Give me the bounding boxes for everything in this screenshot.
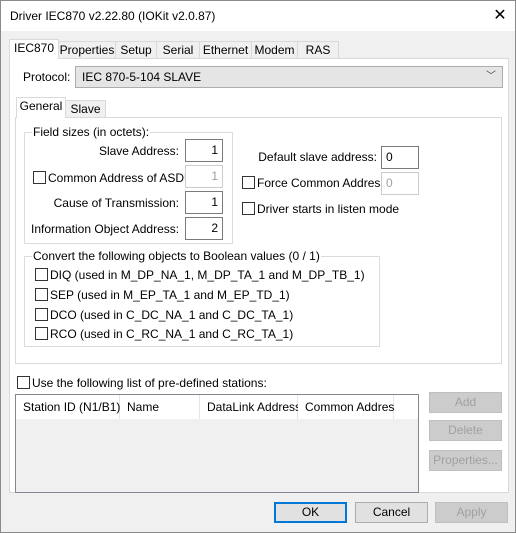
force-common-checkbox[interactable] (242, 176, 255, 189)
slave-address-label: Slave Address: (98, 144, 179, 158)
properties-button[interactable]: Properties... (429, 450, 502, 471)
protocol-label: Protocol: (23, 70, 71, 84)
close-icon[interactable]: ✕ (489, 5, 511, 27)
default-slave-label: Default slave address: (258, 150, 377, 164)
tab-ras[interactable]: RAS (297, 41, 339, 59)
tab-modem[interactable]: Modem (251, 41, 298, 59)
column-header-common-address[interactable]: Common Address (298, 395, 400, 419)
add-button[interactable]: Add (429, 392, 502, 413)
stations-list[interactable]: Station ID (N1/B1) Name DataLink Address… (15, 394, 419, 493)
convert-legend: Convert the following objects to Boolean… (32, 249, 321, 263)
tab-properties[interactable]: Properties (58, 41, 116, 59)
protocol-value: IEC 870-5-104 SLAVE (82, 70, 202, 84)
rco-label: RCO (used in C_RC_NA_1 and C_RC_TA_1) (50, 327, 294, 341)
tab-general[interactable]: General (16, 97, 66, 118)
slave-address-input[interactable]: 1 (185, 139, 223, 162)
tab-slave[interactable]: Slave (65, 100, 106, 118)
ioa-label: Information Object Address: (31, 222, 180, 236)
stations-label: Use the following list of pre-defined st… (32, 376, 267, 390)
ioa-input[interactable]: 2 (185, 217, 223, 240)
ok-button[interactable]: OK (274, 502, 347, 523)
window-title: Driver IEC870 v2.22.80 (IOKit v2.0.87) (10, 9, 216, 23)
sep-label: SEP (used in M_EP_TA_1 and M_EP_TD_1) (50, 288, 290, 302)
listen-mode-label: Driver starts in listen mode (257, 202, 400, 216)
cancel-button[interactable]: Cancel (355, 502, 428, 523)
column-header-datalink-address[interactable]: DataLink Address (200, 395, 301, 419)
rco-checkbox[interactable] (35, 327, 48, 340)
cause-input[interactable]: 1 (185, 191, 223, 214)
chevron-down-icon: ﹀ (486, 71, 496, 82)
dialog-window: Driver IEC870 v2.22.80 (IOKit v2.0.87) ✕… (0, 0, 516, 533)
tab-iec870[interactable]: IEC870 (9, 39, 59, 59)
protocol-select[interactable]: IEC 870-5-104 SLAVE ﹀ (75, 66, 503, 88)
diq-label: DIQ (used in M_DP_NA_1, M_DP_TA_1 and M_… (50, 268, 365, 282)
common-address-label: Common Address of ASDU: (48, 171, 197, 185)
common-address-checkbox[interactable] (33, 171, 46, 184)
diq-checkbox[interactable] (35, 268, 48, 281)
dco-checkbox[interactable] (35, 308, 48, 321)
common-address-input[interactable]: 1 (185, 165, 223, 188)
column-header-station-id[interactable]: Station ID (N1/B1) (16, 395, 120, 419)
dco-label: DCO (used in C_DC_NA_1 and C_DC_TA_1) (50, 308, 294, 322)
stations-checkbox[interactable] (17, 376, 30, 389)
apply-button[interactable]: Apply (435, 502, 508, 523)
force-common-label: Force Common Address: (257, 176, 390, 190)
force-common-input[interactable]: 0 (381, 172, 419, 195)
tab-ethernet[interactable]: Ethernet (199, 41, 252, 59)
sep-checkbox[interactable] (35, 288, 48, 301)
title-bar: Driver IEC870 v2.22.80 (IOKit v2.0.87) ✕ (1, 1, 515, 31)
column-header-name[interactable]: Name (120, 395, 200, 419)
tab-serial[interactable]: Serial (156, 41, 200, 59)
default-slave-input[interactable]: 0 (381, 146, 419, 169)
cause-label: Cause of Transmission: (53, 196, 179, 210)
field-sizes-legend: Field sizes (in octets): (32, 125, 151, 139)
delete-button[interactable]: Delete (429, 420, 502, 441)
tab-setup[interactable]: Setup (115, 41, 157, 59)
listen-mode-checkbox[interactable] (242, 202, 255, 215)
column-header-filler (394, 395, 418, 419)
